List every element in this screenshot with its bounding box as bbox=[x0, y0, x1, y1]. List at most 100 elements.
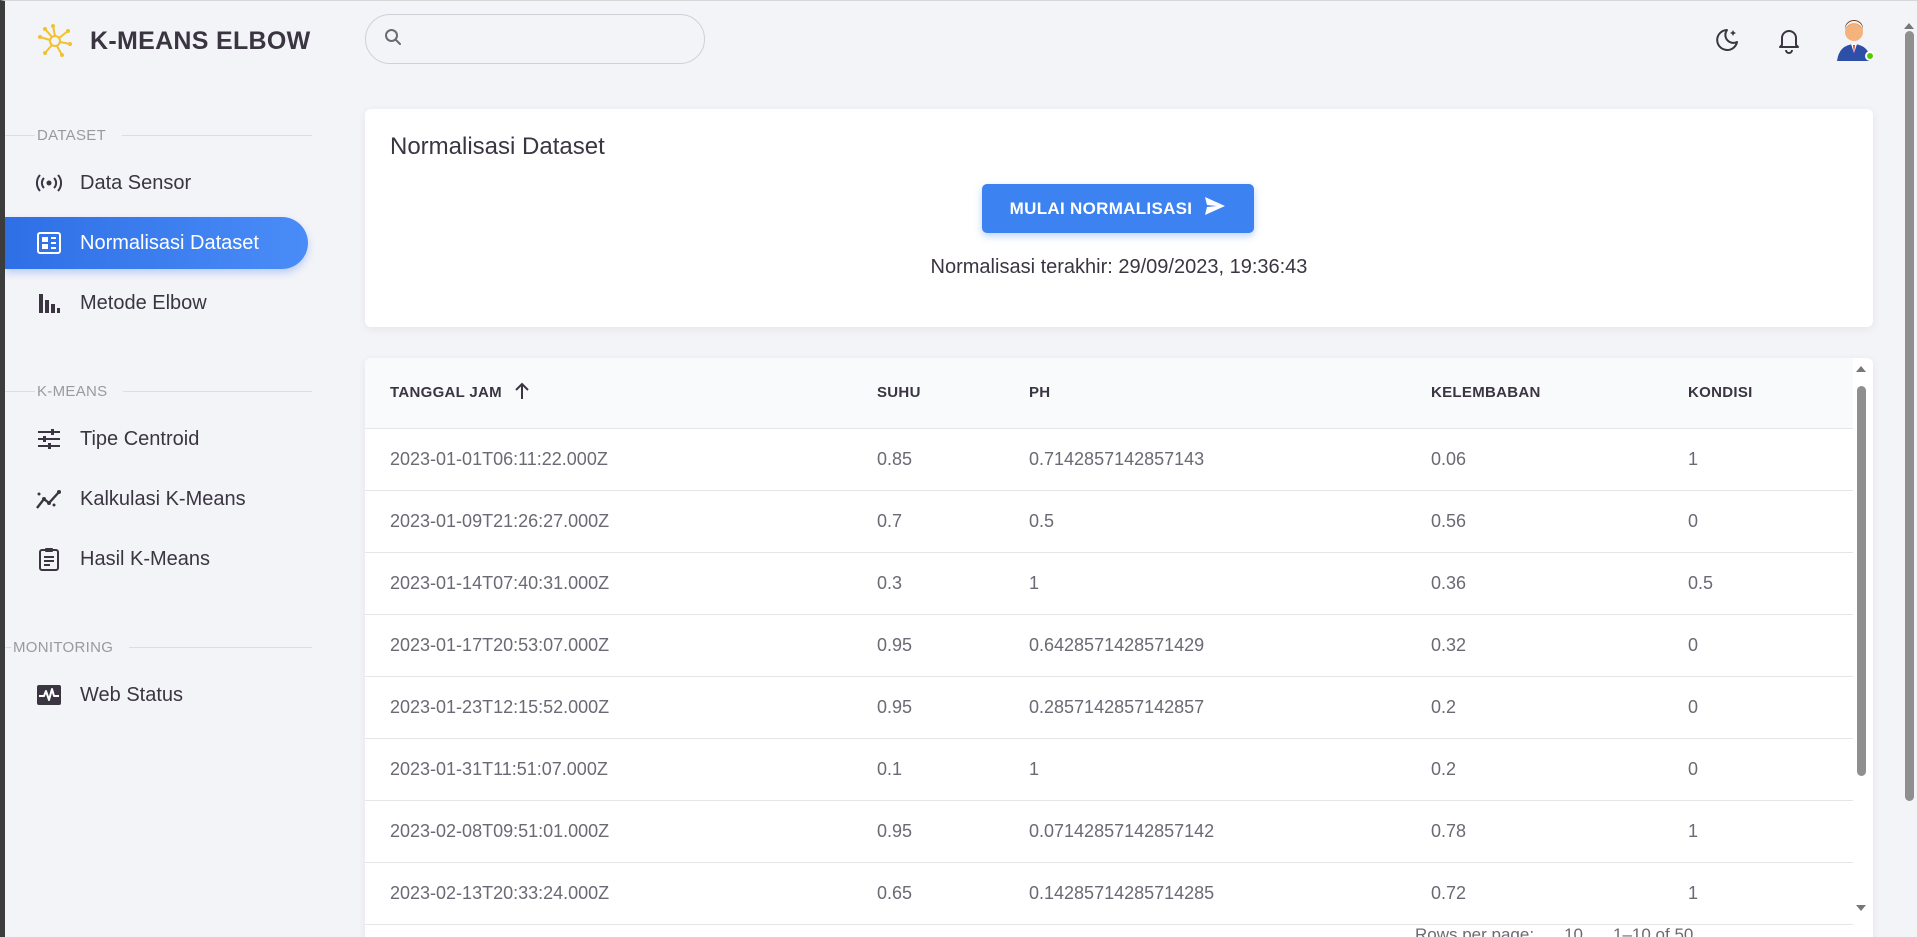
cell-ph: 0.6428571428571429 bbox=[1029, 614, 1431, 677]
sidebar-item-kalkulasi-k-means[interactable]: Kalkulasi K-Means bbox=[5, 473, 308, 525]
rows-per-page-label: Rows per page: bbox=[1415, 925, 1535, 937]
app-title: K-MEANS ELBOW bbox=[90, 26, 311, 55]
cell-tanggal-jam: 2023-01-17T20:53:07.000Z bbox=[365, 614, 877, 677]
sidebar-item-tipe-centroid[interactable]: Tipe Centroid bbox=[5, 413, 308, 465]
section-title-k-means: K-MEANS bbox=[5, 377, 315, 405]
cell-kondisi: 0 bbox=[1688, 738, 1853, 801]
cell-kondisi: 1 bbox=[1688, 862, 1853, 925]
sidebar-item-label: Web Status bbox=[80, 683, 184, 706]
cell-kelembaban: 0.36 bbox=[1431, 552, 1688, 615]
section-title-dataset: DATASET bbox=[5, 121, 315, 149]
table-row[interactable]: 2023-01-31T11:51:07.000Z 0.1 1 0.2 0 bbox=[365, 738, 1853, 801]
cell-kondisi: 0 bbox=[1688, 490, 1853, 553]
search-bar[interactable] bbox=[365, 14, 705, 64]
sort-ascending-icon[interactable] bbox=[514, 382, 530, 404]
button-label: MULAI NORMALISASI bbox=[1009, 198, 1193, 218]
search-icon bbox=[384, 28, 402, 51]
sidebar-item-label: Kalkulasi K-Means bbox=[80, 487, 246, 510]
data-table-card: TANGGAL JAM SUHU PH KELEMBABAN KONDISI 2… bbox=[365, 358, 1873, 937]
table-row[interactable]: 2023-01-17T20:53:07.000Z 0.95 0.6428571428… bbox=[365, 614, 1853, 677]
sidebar-item-label: Data Sensor bbox=[80, 171, 192, 194]
cell-tanggal-jam: 2023-01-01T06:11:22.000Z bbox=[365, 428, 877, 491]
cell-ph: 1 bbox=[1029, 738, 1431, 801]
page-scrollbar[interactable] bbox=[1903, 23, 1915, 803]
column-header-suhu[interactable]: SUHU bbox=[877, 358, 1029, 429]
cell-ph: 0.14285714285714285 bbox=[1029, 862, 1431, 925]
cell-suhu: 0.85 bbox=[877, 428, 1029, 491]
bell-icon[interactable] bbox=[1769, 20, 1809, 60]
sidebar-item-hasil-k-means[interactable]: Hasil K-Means bbox=[5, 533, 308, 585]
sidebar: DATASET Data Sensor Normalisasi Dataset … bbox=[5, 121, 315, 729]
cell-kondisi: 0 bbox=[1688, 614, 1853, 677]
start-normalization-button[interactable]: MULAI NORMALISASI bbox=[982, 184, 1254, 233]
send-icon bbox=[1204, 196, 1226, 221]
cell-tanggal-jam: 2023-01-14T07:40:31.000Z bbox=[365, 552, 877, 615]
cell-suhu: 0.95 bbox=[877, 614, 1029, 677]
normalization-card: Normalisasi Dataset MULAI NORMALISASI No… bbox=[365, 109, 1873, 327]
table-row[interactable]: 2023-01-14T07:40:31.000Z 0.3 1 0.36 0.5 bbox=[365, 552, 1853, 615]
pagination: Rows per page: 10 1–10 of 50 bbox=[1415, 925, 1693, 937]
sliders-icon bbox=[35, 425, 63, 453]
cell-kelembaban: 0.2 bbox=[1431, 676, 1688, 739]
column-header-ph[interactable]: PH bbox=[1029, 358, 1431, 429]
app-window: K-MEANS ELBOW DATASET Data Sensor Normal… bbox=[0, 0, 1917, 937]
cell-kondisi: 1 bbox=[1688, 428, 1853, 491]
cell-kondisi: 1 bbox=[1688, 800, 1853, 863]
table-row[interactable]: 2023-01-01T06:11:22.000Z 0.85 0.7142857142… bbox=[365, 428, 1853, 491]
page-title: Normalisasi Dataset bbox=[390, 133, 605, 160]
rows-per-page-select[interactable]: 10 bbox=[1564, 925, 1583, 937]
cell-ph: 0.5 bbox=[1029, 490, 1431, 553]
sidebar-item-metode-elbow[interactable]: Metode Elbow bbox=[5, 277, 308, 329]
table-scrollbar[interactable] bbox=[1855, 366, 1867, 911]
cell-tanggal-jam: 2023-01-09T21:26:27.000Z bbox=[365, 490, 877, 553]
table-row[interactable]: 2023-01-09T21:26:27.000Z 0.7 0.5 0.56 0 bbox=[365, 490, 1853, 553]
cell-kelembaban: 0.06 bbox=[1431, 428, 1688, 491]
pulse-icon bbox=[35, 681, 63, 709]
sidebar-item-web-status[interactable]: Web Status bbox=[5, 669, 308, 721]
table-row[interactable]: 2023-02-13T20:33:24.000Z 0.65 0.1428571428… bbox=[365, 862, 1853, 925]
table-row[interactable]: 2023-01-23T12:15:52.000Z 0.95 0.2857142857… bbox=[365, 676, 1853, 739]
cell-kelembaban: 0.2 bbox=[1431, 738, 1688, 801]
sidebar-item-label: Tipe Centroid bbox=[80, 427, 200, 450]
page-range-text: 1–10 of 50 bbox=[1613, 925, 1694, 937]
cell-kondisi: 0.5 bbox=[1688, 552, 1853, 615]
cell-suhu: 0.65 bbox=[877, 862, 1029, 925]
sidebar-item-normalisasi-dataset[interactable]: Normalisasi Dataset bbox=[5, 217, 308, 269]
avatar[interactable] bbox=[1831, 17, 1877, 63]
cell-ph: 0.7142857142857143 bbox=[1029, 428, 1431, 491]
section-title-monitoring: MONITORING bbox=[5, 633, 315, 661]
cell-suhu: 0.95 bbox=[877, 676, 1029, 739]
last-normalization-text: Normalisasi terakhir: 29/09/2023, 19:36:… bbox=[930, 256, 1308, 278]
column-header-kelembaban[interactable]: KELEMBABAN bbox=[1431, 358, 1688, 429]
cell-tanggal-jam: 2023-01-31T11:51:07.000Z bbox=[365, 738, 877, 801]
bar-chart-icon bbox=[35, 289, 63, 317]
normalized-data-table: TANGGAL JAM SUHU PH KELEMBABAN KONDISI 2… bbox=[365, 358, 1853, 925]
brand[interactable]: K-MEANS ELBOW bbox=[36, 21, 311, 61]
cell-kelembaban: 0.72 bbox=[1431, 862, 1688, 925]
cell-suhu: 0.3 bbox=[877, 552, 1029, 615]
clipboard-icon bbox=[35, 545, 63, 573]
column-header-kondisi[interactable]: KONDISI bbox=[1688, 358, 1853, 429]
sidebar-item-label: Hasil K-Means bbox=[80, 547, 211, 570]
table-row[interactable]: 2023-02-08T09:51:01.000Z 0.95 0.0714285714… bbox=[365, 800, 1853, 863]
sensor-icon bbox=[35, 169, 63, 197]
cell-tanggal-jam: 2023-01-23T12:15:52.000Z bbox=[365, 676, 877, 739]
cell-kondisi: 0 bbox=[1688, 676, 1853, 739]
cell-kelembaban: 0.78 bbox=[1431, 800, 1688, 863]
cell-suhu: 0.95 bbox=[877, 800, 1029, 863]
cell-suhu: 0.1 bbox=[877, 738, 1029, 801]
online-status-dot bbox=[1865, 51, 1875, 61]
sidebar-item-data-sensor[interactable]: Data Sensor bbox=[5, 157, 308, 209]
cell-kelembaban: 0.32 bbox=[1431, 614, 1688, 677]
cell-tanggal-jam: 2023-02-13T20:33:24.000Z bbox=[365, 862, 877, 925]
cell-ph: 0.07142857142857142 bbox=[1029, 800, 1431, 863]
search-input[interactable] bbox=[412, 15, 704, 63]
dataset-icon bbox=[35, 229, 63, 257]
column-header-tanggal-jam[interactable]: TANGGAL JAM bbox=[365, 358, 877, 429]
neuron-logo-icon bbox=[36, 22, 74, 60]
trend-chart-icon bbox=[35, 485, 63, 513]
cell-ph: 1 bbox=[1029, 552, 1431, 615]
cell-tanggal-jam: 2023-02-08T09:51:01.000Z bbox=[365, 800, 877, 863]
dark-mode-moon-icon[interactable] bbox=[1707, 20, 1747, 60]
table-header-row: TANGGAL JAM SUHU PH KELEMBABAN KONDISI bbox=[365, 358, 1853, 429]
